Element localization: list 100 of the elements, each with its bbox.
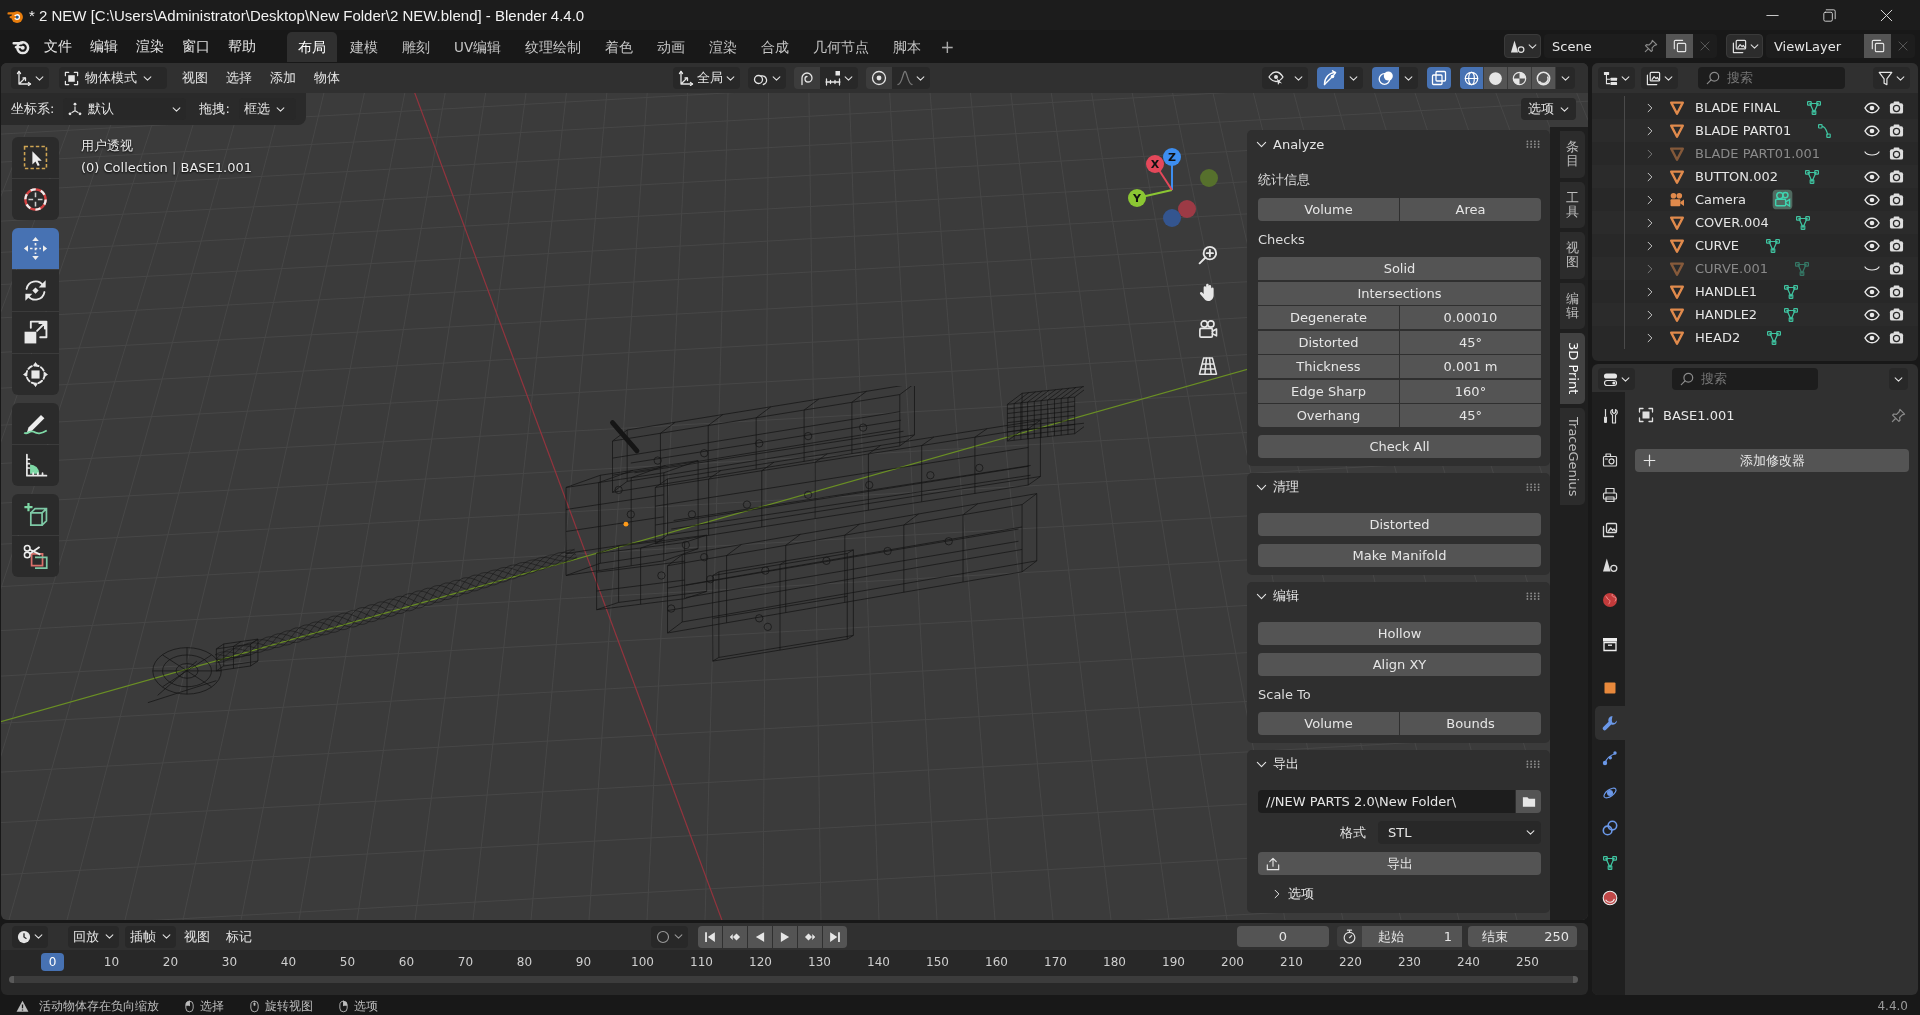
camera-icon[interactable] [1889, 261, 1904, 276]
sidebar-tab[interactable]: 条目 [1560, 131, 1585, 178]
camera-icon[interactable] [1889, 100, 1904, 115]
selectability-toggle[interactable] [1262, 67, 1289, 89]
menu-item[interactable]: 选择 [217, 67, 261, 89]
pivot-dropdown[interactable] [747, 67, 786, 89]
menu-item[interactable]: 编辑 [81, 34, 127, 58]
panel-button[interactable]: Solid [1258, 257, 1541, 280]
axis-handle[interactable]: Z [1163, 148, 1181, 191]
menu-item[interactable]: 物体 [305, 67, 349, 89]
panel-header[interactable]: 编辑 [1247, 582, 1550, 610]
number-field[interactable]: 45° [1400, 330, 1541, 354]
pin-icon[interactable] [1891, 407, 1906, 423]
proportional-toggle[interactable] [865, 67, 892, 89]
vertex-triangle-icon[interactable] [1766, 329, 1783, 346]
sidebar-tab[interactable]: 3D Print [1560, 333, 1585, 404]
tool-button[interactable] [12, 536, 59, 577]
xray-toggle[interactable] [1427, 67, 1451, 89]
object-name[interactable]: BLADE PART01 [1695, 123, 1792, 138]
grip-icon[interactable] [1526, 139, 1540, 149]
camera-icon[interactable] [1889, 215, 1904, 230]
camera-icon[interactable] [1889, 146, 1904, 161]
record-button[interactable] [650, 925, 688, 948]
sidebar-tab[interactable]: TraceGenius [1560, 407, 1585, 506]
object-name[interactable]: Camera [1695, 192, 1747, 207]
menu-item[interactable]: 文件 [35, 34, 81, 58]
grip-icon[interactable] [1526, 759, 1540, 769]
workspace-tab[interactable]: UV编辑 [443, 32, 513, 62]
number-field[interactable]: 0.001 m [1400, 355, 1541, 378]
tool-button[interactable] [12, 270, 59, 311]
shading-mode-button[interactable] [1508, 67, 1532, 89]
grip-icon[interactable] [1526, 482, 1540, 492]
display-mode-dropdown[interactable] [1598, 67, 1635, 89]
tool-button[interactable] [12, 137, 59, 178]
options-button[interactable] [1889, 368, 1908, 390]
editor-type-button[interactable] [12, 925, 48, 948]
camera-icon[interactable] [1889, 238, 1904, 253]
jump-to-end-button[interactable] [822, 925, 847, 948]
panel-button[interactable]: Volume [1258, 712, 1399, 735]
workspace-tab[interactable]: 几何节点 [802, 32, 881, 62]
curve-icon[interactable] [1817, 122, 1834, 139]
object-name[interactable]: HANDLE1 [1695, 284, 1758, 299]
menu-item[interactable]: 标记 [218, 925, 260, 948]
menu-item[interactable]: 渲染 [127, 34, 173, 58]
vertex-triangle-icon[interactable] [1805, 99, 1822, 116]
menu-item[interactable]: 帮助 [219, 34, 265, 58]
panel-button[interactable]: Bounds [1400, 712, 1541, 735]
number-field[interactable]: 45° [1400, 404, 1541, 427]
menu-item[interactable]: 窗口 [173, 34, 219, 58]
object-name[interactable]: BLADE FINAL [1695, 100, 1780, 115]
view-layer-field[interactable]: ViewLayer [1766, 34, 1864, 58]
panel-button[interactable]: Degenerate [1258, 306, 1399, 329]
workspace-tab[interactable]: 纹理绘制 [514, 32, 593, 62]
workspace-tab[interactable]: 脚本 [882, 32, 933, 62]
scene-field[interactable]: Scene [1544, 34, 1666, 58]
panel-button[interactable]: Overhang [1258, 404, 1399, 427]
axis-handle[interactable]: Y [1128, 189, 1173, 207]
tool-button[interactable] [12, 403, 59, 444]
zoom-icon[interactable] [1198, 245, 1218, 265]
camera-icon[interactable] [1889, 169, 1904, 184]
workspace-tab[interactable]: 建模 [339, 32, 389, 62]
movie-camera-icon[interactable] [1198, 319, 1218, 339]
object-name[interactable]: CURVE.001 [1695, 261, 1768, 276]
camera-icon[interactable] [1889, 330, 1904, 345]
current-frame-field[interactable]: 0 [1237, 926, 1329, 947]
filter-dropdown[interactable] [1873, 67, 1910, 89]
tool-button[interactable] [12, 445, 59, 486]
add-workspace-button[interactable]: + [934, 32, 961, 62]
vertex-triangle-icon[interactable] [1794, 214, 1811, 231]
close-icon[interactable] [1880, 8, 1893, 22]
jump-to-start-button[interactable] [697, 925, 722, 948]
tool-button[interactable] [12, 179, 59, 220]
next-keyframe-button[interactable] [797, 925, 822, 948]
workspace-tab[interactable]: 雕刻 [391, 32, 441, 62]
panel-button[interactable]: Edge Sharp [1258, 379, 1399, 403]
start-frame-field[interactable]: 起始 1 [1362, 926, 1462, 947]
object-name[interactable]: BLADE PART01.001 [1695, 146, 1821, 161]
object-name[interactable]: HEAD2 [1695, 330, 1741, 345]
vertex-triangle-icon[interactable] [1783, 283, 1800, 300]
menu-item[interactable]: 视图 [173, 67, 217, 89]
vertex-triangle-icon[interactable] [1783, 306, 1800, 323]
editor-type-button[interactable] [1598, 368, 1635, 390]
editor-type-button[interactable] [11, 67, 49, 89]
playhead[interactable]: 0 [40, 953, 65, 971]
dropdown-button[interactable] [1556, 67, 1575, 89]
orientation-dropdown[interactable]: 全局 [672, 67, 740, 89]
search-field[interactable]: 搜索 [1698, 67, 1845, 89]
eye-closed-icon[interactable] [1864, 151, 1880, 156]
options-dropdown[interactable]: 选项 [1521, 98, 1576, 120]
panel-button[interactable]: Make Manifold [1258, 544, 1541, 567]
panel-button[interactable]: Check All [1258, 435, 1541, 458]
format-dropdown[interactable]: STL [1378, 821, 1541, 844]
menu-dropdown[interactable]: 回放 [68, 925, 119, 948]
panel-header[interactable]: Analyze [1247, 130, 1550, 158]
dropdown-button[interactable] [1344, 67, 1363, 89]
panel-button[interactable]: Intersections [1258, 281, 1541, 305]
workspace-tab[interactable]: 合成 [750, 32, 801, 62]
workspace-tab[interactable]: 着色 [594, 32, 645, 62]
snap-dropdown[interactable] [819, 67, 858, 89]
preview-range-toggle[interactable] [1337, 926, 1362, 947]
